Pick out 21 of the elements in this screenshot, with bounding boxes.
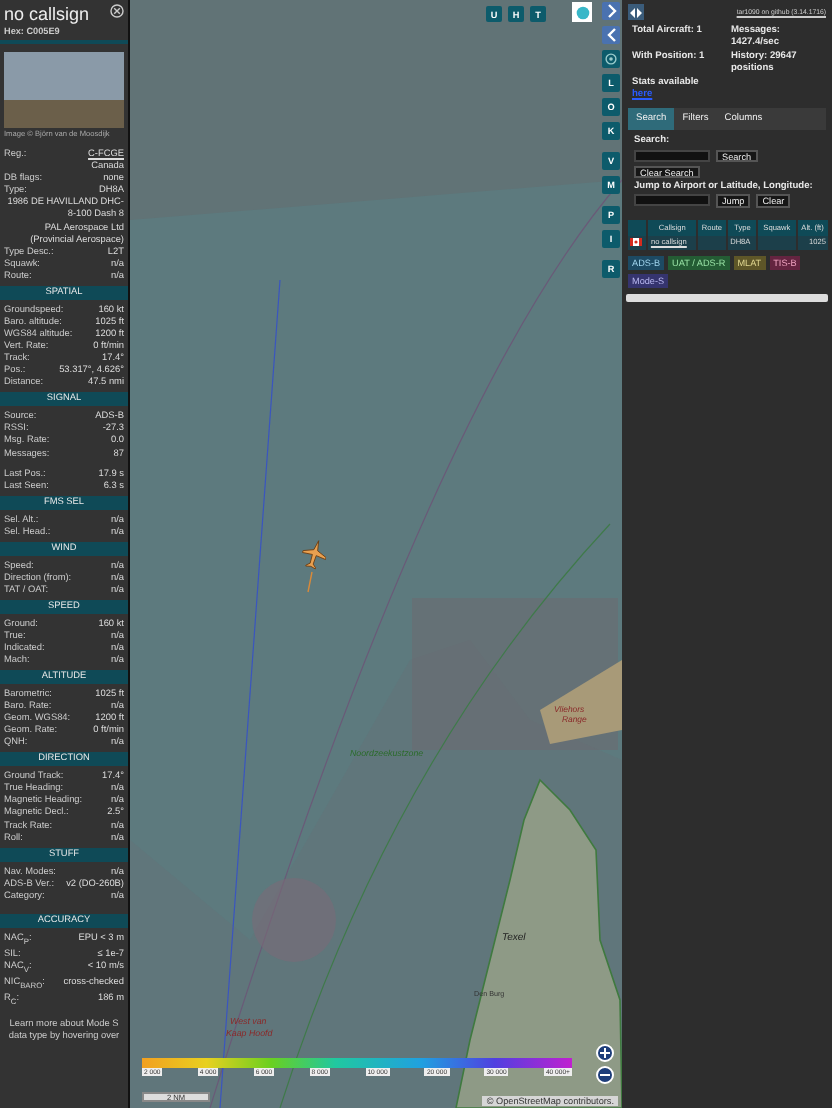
- search-field[interactable]: [634, 149, 710, 162]
- jump-field[interactable]: [634, 194, 710, 207]
- globe-icon: [575, 5, 589, 19]
- minus-icon: [600, 1070, 610, 1080]
- map-toggle-button[interactable]: [572, 2, 592, 22]
- plus-icon: [600, 1048, 610, 1058]
- airport-zone-circle: [252, 878, 336, 962]
- close-icon[interactable]: [110, 4, 124, 18]
- settings-button[interactable]: [602, 50, 620, 68]
- settings-icon: [604, 52, 618, 66]
- scrollbar[interactable]: [626, 293, 828, 301]
- panel-toggle-button[interactable]: [628, 4, 644, 20]
- photo-placeholder: [4, 52, 124, 128]
- chevron-left-icon: [605, 28, 617, 42]
- chevron-right-icon: [605, 4, 617, 18]
- airplane-icon[interactable]: [299, 537, 331, 571]
- collapse-button[interactable]: [602, 26, 620, 44]
- expand-button[interactable]: [602, 2, 620, 20]
- arrows-icon: [630, 7, 642, 17]
- callsign-title: no callsign: [4, 4, 90, 24]
- flag-icon: [630, 237, 642, 245]
